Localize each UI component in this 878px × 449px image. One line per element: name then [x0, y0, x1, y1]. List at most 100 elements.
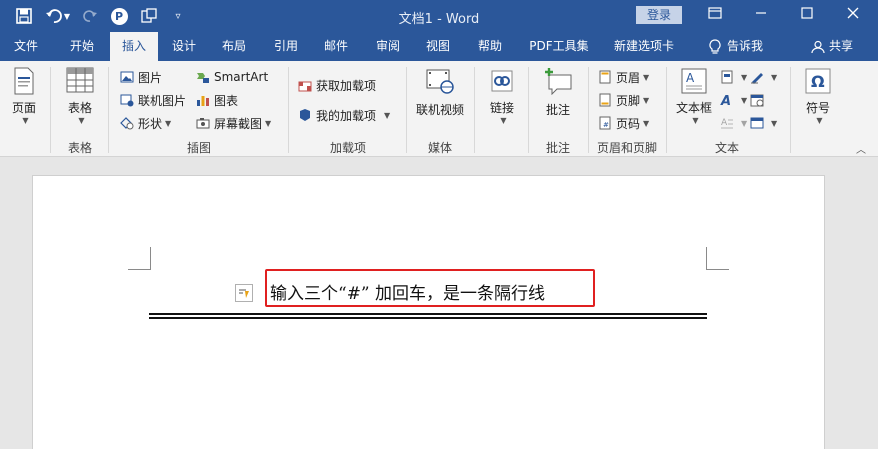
tab-layout[interactable]: 布局 — [212, 32, 256, 61]
tab-file[interactable]: 文件 — [4, 32, 48, 61]
online-picture-button[interactable]: 联机图片 — [120, 90, 186, 110]
textbox-button[interactable]: A 文本框 ▼ — [672, 67, 716, 125]
group-label-tables: 表格 — [67, 141, 92, 155]
group-label-illustrations: 插图 — [186, 141, 211, 155]
symbols-button[interactable]: Ω 符号 ▼ — [798, 67, 838, 125]
video-icon — [426, 69, 454, 94]
margin-corner-mark — [706, 247, 729, 270]
tab-insert[interactable]: 插入 — [110, 32, 158, 61]
ribbon-insert: 页面 ▼ 表格 ▼ 表格 图片 联机图片 形状 ▼ SmartArt 图表 屏幕… — [0, 61, 878, 157]
tell-me-label: 告诉我 — [726, 39, 763, 53]
horizontal-rule — [149, 313, 707, 315]
share-button[interactable]: 共享 — [804, 32, 860, 61]
tell-me-box[interactable]: 告诉我 — [700, 32, 772, 61]
chart-button[interactable]: 图表 — [196, 90, 238, 110]
shapes-dropdown-icon: ▼ — [165, 118, 172, 128]
title-bar: ▼ P ▿ 文档1 - Word 登录 — [0, 0, 878, 32]
footer-button[interactable]: 页脚 ▼ — [598, 90, 649, 110]
margin-corner-mark — [128, 247, 151, 270]
object-button[interactable]: ▼ — [750, 113, 777, 133]
table-label: 表格 — [67, 101, 92, 115]
my-addins-button[interactable]: 我的加载项 ▼ — [298, 105, 390, 125]
shapes-button[interactable]: 形状 ▼ — [120, 113, 171, 133]
tab-view[interactable]: 视图 — [416, 32, 460, 61]
quick-parts-icon — [721, 70, 733, 84]
tab-references[interactable]: 引用 — [264, 32, 308, 61]
drop-cap-button: A ▼ — [720, 113, 747, 133]
svg-text:A: A — [686, 71, 695, 85]
comment-label: 批注 — [545, 103, 570, 117]
tab-design[interactable]: 设计 — [162, 32, 206, 61]
new-comment-button[interactable]: 批注 — [536, 67, 580, 118]
ribbon-tab-bar: 文件 开始 插入 设计 布局 引用 邮件 审阅 视图 帮助 PDF工具集 新建选… — [0, 32, 878, 61]
quick-parts-button[interactable]: ▼ — [720, 67, 747, 87]
screenshot-dropdown-icon: ▼ — [265, 118, 272, 128]
tab-help[interactable]: 帮助 — [468, 32, 512, 61]
group-label-addins: 加载项 — [329, 141, 366, 155]
maximize-icon[interactable] — [792, 4, 822, 26]
tab-pdf-tools[interactable]: PDF工具集 — [522, 32, 596, 61]
picture-icon — [120, 71, 134, 83]
textbox-icon: A — [681, 68, 707, 94]
page-number-icon: # — [599, 116, 611, 130]
svg-text:#: # — [603, 121, 609, 129]
get-addins-label: 获取加载项 — [316, 78, 377, 93]
group-label-media: 媒体 — [427, 141, 452, 155]
header-label: 页眉 — [616, 70, 641, 85]
shapes-label: 形状 — [138, 116, 163, 131]
group-divider — [50, 67, 51, 153]
tab-home[interactable]: 开始 — [58, 32, 106, 61]
online-video-button[interactable]: 联机视频 — [412, 67, 468, 118]
picture-button[interactable]: 图片 — [120, 67, 162, 87]
pages-button[interactable]: 页面 ▼ — [6, 67, 42, 125]
pages-label: 页面 — [11, 101, 36, 115]
links-dropdown-icon: ▼ — [500, 116, 507, 125]
tab-mailings[interactable]: 邮件 — [314, 32, 358, 61]
group-divider — [528, 67, 529, 153]
date-time-button[interactable] — [750, 90, 768, 110]
comment-icon — [545, 68, 572, 95]
links-label: 链接 — [489, 101, 514, 115]
links-button[interactable]: 链接 ▼ — [482, 67, 522, 125]
page-number-button[interactable]: # 页码 ▼ — [598, 113, 649, 133]
header-dropdown-icon: ▼ — [643, 72, 650, 82]
ribbon-display-options-icon[interactable] — [700, 4, 730, 26]
object-icon — [750, 117, 764, 129]
footer-label: 页脚 — [616, 93, 641, 108]
group-label-text: 文本 — [714, 141, 739, 155]
calendar-icon — [750, 94, 764, 107]
group-label-header-footer: 页眉和页脚 — [596, 141, 657, 155]
signature-line-button[interactable]: ▼ — [750, 67, 777, 87]
share-label: 共享 — [828, 39, 853, 53]
quick-parts-dropdown-icon: ▼ — [741, 72, 748, 82]
group-divider — [474, 67, 475, 153]
autocorrect-options-icon[interactable] — [235, 284, 253, 302]
screenshot-button[interactable]: 屏幕截图 ▼ — [196, 113, 271, 133]
document-text[interactable]: 输入三个“#” 加回车，是一条隔行线 — [270, 279, 545, 304]
header-button[interactable]: 页眉 ▼ — [598, 67, 649, 87]
wordart-icon: A — [720, 94, 731, 107]
page-number-dropdown-icon: ▼ — [643, 118, 650, 128]
textbox-dropdown-icon: ▼ — [692, 116, 699, 125]
object-dropdown-icon: ▼ — [771, 118, 778, 128]
table-button[interactable]: 表格 ▼ — [58, 67, 102, 125]
page-icon — [14, 67, 34, 95]
horizontal-rule — [149, 317, 707, 319]
close-icon[interactable] — [838, 4, 868, 26]
omega-icon: Ω — [805, 68, 831, 94]
shapes-icon — [120, 117, 134, 130]
tab-review[interactable]: 审阅 — [366, 32, 410, 61]
get-addins-button[interactable]: 获取加载项 — [298, 75, 376, 95]
picture-label: 图片 — [138, 70, 163, 85]
login-button[interactable]: 登录 — [636, 6, 682, 24]
smartart-button[interactable]: SmartArt — [196, 67, 268, 87]
wordart-button[interactable]: A ▼ — [720, 90, 747, 110]
svg-text:Ω: Ω — [811, 72, 825, 91]
svg-text:A: A — [720, 94, 731, 107]
collapse-ribbon-icon[interactable]: ︿ — [856, 141, 866, 156]
minimize-icon[interactable] — [746, 4, 776, 26]
store-icon — [298, 81, 312, 92]
svg-text:A: A — [721, 118, 728, 128]
tab-new-tab[interactable]: 新建选项卡 — [606, 32, 682, 61]
document-page[interactable] — [32, 175, 825, 449]
